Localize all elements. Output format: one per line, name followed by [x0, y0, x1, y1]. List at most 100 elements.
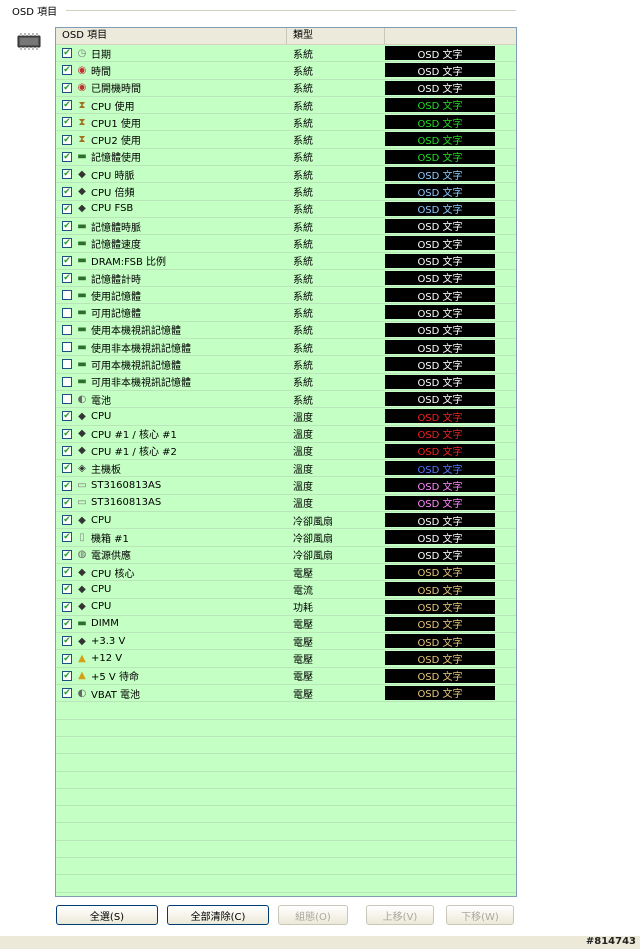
- item-checkbox[interactable]: ✔: [62, 411, 72, 422]
- table-row[interactable]: ✔ ▬ 記憶體使用 系統 OSD 文字: [56, 149, 516, 167]
- table-row[interactable]: ✔ ◆ +3.3 V 電壓 OSD 文字: [56, 633, 516, 651]
- table-row[interactable]: ▬ 可用非本機視訊記憶體 系統 OSD 文字: [56, 374, 516, 391]
- osd-preview[interactable]: OSD 文字: [385, 616, 495, 631]
- table-row[interactable]: ✔ ◈ 主機板 溫度 OSD 文字: [56, 460, 516, 478]
- item-checkbox[interactable]: ✔: [62, 238, 72, 249]
- item-checkbox[interactable]: [62, 376, 72, 387]
- item-checkbox[interactable]: ✔: [62, 273, 72, 283]
- table-row[interactable]: ◐ 電池 系統 OSD 文字: [56, 391, 516, 409]
- item-checkbox[interactable]: ✔: [62, 65, 72, 76]
- osd-preview[interactable]: OSD 文字: [385, 651, 495, 666]
- table-row[interactable]: ✔ ◆ CPU 功耗 OSD 文字: [56, 599, 516, 616]
- item-checkbox[interactable]: [62, 394, 72, 405]
- table-row[interactable]: ✔ ⧗ CPU2 使用 系統 OSD 文字: [56, 131, 516, 149]
- osd-preview[interactable]: OSD 文字: [385, 80, 495, 95]
- osd-preview[interactable]: OSD 文字: [385, 322, 495, 337]
- osd-preview[interactable]: OSD 文字: [385, 409, 495, 424]
- move-down-button[interactable]: 下移(W): [446, 905, 514, 925]
- item-checkbox[interactable]: ✔: [62, 151, 72, 162]
- item-checkbox[interactable]: ✔: [62, 221, 72, 232]
- table-row[interactable]: ✔ ◆ CPU 倍頻 系統 OSD 文字: [56, 183, 516, 201]
- item-checkbox[interactable]: [62, 307, 72, 318]
- item-checkbox[interactable]: ✔: [62, 515, 72, 526]
- item-checkbox[interactable]: ✔: [62, 532, 72, 543]
- table-row[interactable]: ✔ ▬ 記憶體時脈 系統 OSD 文字: [56, 218, 516, 236]
- osd-preview[interactable]: OSD 文字: [385, 564, 495, 579]
- column-header-osd-item[interactable]: OSD 項目: [56, 28, 287, 44]
- osd-preview[interactable]: OSD 文字: [385, 685, 495, 700]
- item-checkbox[interactable]: ✔: [62, 636, 72, 647]
- osd-preview[interactable]: OSD 文字: [385, 305, 495, 320]
- table-row[interactable]: ✔ ▭ ST3160813AS 溫度 OSD 文字: [56, 495, 516, 513]
- osd-preview[interactable]: OSD 文字: [385, 391, 495, 406]
- column-header-display[interactable]: [385, 28, 516, 44]
- osd-preview[interactable]: OSD 文字: [385, 253, 495, 268]
- item-checkbox[interactable]: ✔: [62, 48, 72, 59]
- item-checkbox[interactable]: ✔: [62, 584, 72, 595]
- item-checkbox[interactable]: [62, 359, 72, 370]
- table-row[interactable]: ✔ ◍ 電源供應 冷卻風扇 OSD 文字: [56, 547, 516, 564]
- osd-preview[interactable]: OSD 文字: [385, 132, 495, 147]
- osd-preview[interactable]: OSD 文字: [385, 374, 495, 389]
- osd-preview[interactable]: OSD 文字: [385, 270, 495, 285]
- osd-preview[interactable]: OSD 文字: [385, 149, 495, 164]
- item-checkbox[interactable]: ✔: [62, 480, 72, 491]
- osd-preview[interactable]: OSD 文字: [385, 218, 495, 233]
- osd-preview[interactable]: OSD 文字: [385, 63, 495, 78]
- table-row[interactable]: ✔ ▬ 記憶體速度 系統 OSD 文字: [56, 235, 516, 253]
- table-row[interactable]: ✔ ◆ CPU 時脈 系統 OSD 文字: [56, 166, 516, 184]
- table-row[interactable]: ✔ ◆ CPU FSB 系統 OSD 文字: [56, 201, 516, 218]
- table-row[interactable]: ▬ 使用非本機視訊記憶體 系統 OSD 文字: [56, 339, 516, 357]
- table-row[interactable]: ✔ ▭ ST3160813AS 溫度 OSD 文字: [56, 477, 516, 495]
- item-checkbox[interactable]: ✔: [62, 445, 72, 456]
- item-checkbox[interactable]: [62, 290, 72, 301]
- table-row[interactable]: ✔ ◉ 時間 系統 OSD 文字: [56, 62, 516, 80]
- osd-preview[interactable]: OSD 文字: [385, 236, 495, 251]
- item-checkbox[interactable]: ✔: [62, 497, 72, 508]
- osd-preview[interactable]: OSD 文字: [385, 46, 495, 61]
- osd-preview[interactable]: OSD 文字: [385, 513, 495, 528]
- table-row[interactable]: ✔ ◆ CPU #1 / 核心 #1 溫度 OSD 文字: [56, 426, 516, 443]
- table-row[interactable]: ✔ ◆ CPU 冷卻風扇 OSD 文字: [56, 512, 516, 530]
- osd-preview[interactable]: OSD 文字: [385, 634, 495, 649]
- osd-preview[interactable]: OSD 文字: [385, 426, 495, 441]
- osd-preview[interactable]: OSD 文字: [385, 115, 495, 130]
- table-row[interactable]: ✔ ▬ DIMM 電壓 OSD 文字: [56, 616, 516, 634]
- item-checkbox[interactable]: ✔: [62, 688, 72, 699]
- table-row[interactable]: ✔ ▬ DRAM:FSB 比例 系統 OSD 文字: [56, 253, 516, 270]
- osd-preview[interactable]: OSD 文字: [385, 357, 495, 372]
- table-row[interactable]: ✔ ◷ 日期 系統 OSD 文字: [56, 45, 516, 63]
- item-checkbox[interactable]: ✔: [62, 567, 72, 578]
- item-checkbox[interactable]: ✔: [62, 618, 72, 629]
- osd-preview[interactable]: OSD 文字: [385, 443, 495, 458]
- osd-preview[interactable]: OSD 文字: [385, 201, 495, 216]
- table-row[interactable]: ✔ ▬ 記憶體計時 系統 OSD 文字: [56, 270, 516, 288]
- table-row[interactable]: ✔ ▲ +5 V 待命 電壓 OSD 文字: [56, 668, 516, 685]
- osd-preview[interactable]: OSD 文字: [385, 288, 495, 303]
- item-checkbox[interactable]: ✔: [62, 82, 72, 93]
- item-checkbox[interactable]: ✔: [62, 134, 72, 145]
- move-up-button[interactable]: 上移(V): [366, 905, 434, 925]
- item-checkbox[interactable]: ✔: [62, 186, 72, 197]
- osd-preview[interactable]: OSD 文字: [385, 184, 495, 199]
- table-row[interactable]: ▬ 可用本機視訊記憶體 系統 OSD 文字: [56, 356, 516, 374]
- item-checkbox[interactable]: ✔: [62, 203, 72, 214]
- column-header-type[interactable]: 類型: [287, 28, 385, 44]
- item-checkbox[interactable]: ✔: [62, 549, 72, 560]
- osd-preview[interactable]: OSD 文字: [385, 461, 495, 476]
- table-row[interactable]: ▬ 可用記憶體 系統 OSD 文字: [56, 304, 516, 322]
- table-row[interactable]: ✔ ⧗ CPU 使用 系統 OSD 文字: [56, 97, 516, 115]
- item-checkbox[interactable]: [62, 342, 72, 353]
- table-row[interactable]: ✔ ⧗ CPU1 使用 系統 OSD 文字: [56, 114, 516, 132]
- table-row[interactable]: ✔ ◆ CPU 溫度 OSD 文字: [56, 408, 516, 426]
- table-row[interactable]: ✔ ◐ VBAT 電池 電壓 OSD 文字: [56, 685, 516, 703]
- osd-preview[interactable]: OSD 文字: [385, 599, 495, 614]
- item-checkbox[interactable]: ✔: [62, 255, 72, 266]
- item-checkbox[interactable]: ✔: [62, 100, 72, 111]
- item-checkbox[interactable]: ✔: [62, 653, 72, 664]
- table-row[interactable]: ✔ ▲ +12 V 電壓 OSD 文字: [56, 650, 516, 668]
- table-row[interactable]: ✔ ▯ 機箱 #1 冷卻風扇 OSD 文字: [56, 529, 516, 547]
- item-checkbox[interactable]: ✔: [62, 428, 72, 439]
- table-row[interactable]: ▬ 使用本機視訊記憶體 系統 OSD 文字: [56, 322, 516, 340]
- table-row[interactable]: ▬ 使用記憶體 系統 OSD 文字: [56, 287, 516, 305]
